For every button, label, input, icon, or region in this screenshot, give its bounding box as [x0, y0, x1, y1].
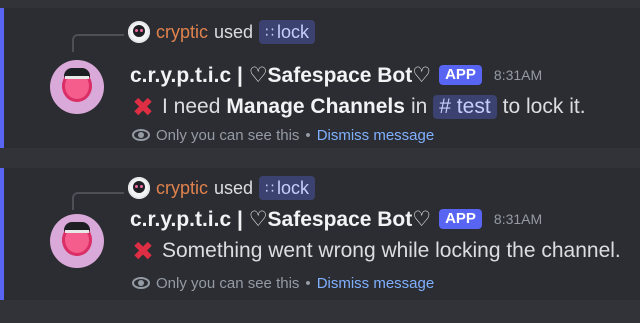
ephemeral-footer: Only you can see this • Dismiss message	[132, 124, 434, 146]
error-text: Something went wrong while locking the c…	[162, 239, 621, 262]
eye-icon	[132, 129, 150, 141]
used-label: used	[214, 177, 254, 198]
separator: •	[305, 126, 311, 144]
command-mention[interactable]: ∷ lock	[259, 176, 315, 200]
timestamp[interactable]: 8:31AM	[494, 67, 542, 83]
command-name: lock	[276, 177, 309, 198]
ephemeral-message: cryptic used ∷ lock c.r.y.p.t.i.c | ♡Saf…	[0, 168, 640, 300]
reply-connector	[72, 34, 124, 52]
eye-icon	[132, 277, 150, 289]
command-user-name[interactable]: cryptic	[156, 22, 208, 43]
bot-avatar[interactable]	[50, 60, 104, 114]
user-avatar-small[interactable]	[128, 21, 150, 43]
text-after: to lock it.	[502, 95, 586, 118]
text-before: I need	[162, 95, 221, 118]
text-mid: in	[410, 95, 428, 118]
bot-username[interactable]: c.r.y.p.t.i.c | ♡Safespace Bot♡	[130, 63, 431, 88]
slash-command-icon: ∷	[265, 23, 274, 40]
command-mention[interactable]: ∷ lock	[259, 20, 315, 44]
timestamp[interactable]: 8:31AM	[494, 211, 542, 227]
command-reply-header: cryptic used ∷ lock	[128, 20, 315, 44]
bot-avatar[interactable]	[50, 214, 104, 268]
ephemeral-notice: Only you can see this	[156, 274, 300, 292]
dismiss-message-link[interactable]: Dismiss message	[317, 127, 435, 144]
app-badge: APP	[439, 65, 482, 85]
ephemeral-message: cryptic used ∷ lock c.r.y.p.t.i.c | ♡Saf…	[0, 8, 640, 148]
command-user-name[interactable]: cryptic	[156, 178, 208, 199]
message-content: ✖ Something went wrong while locking the…	[130, 236, 621, 266]
message-content: ✖ I need Manage Channels in # test to lo…	[130, 92, 586, 122]
user-avatar-small[interactable]	[128, 177, 150, 199]
separator: •	[305, 274, 311, 292]
channel-mention[interactable]: # test	[433, 95, 497, 119]
command-reply-header: cryptic used ∷ lock	[128, 176, 315, 200]
bot-username[interactable]: c.r.y.p.t.i.c | ♡Safespace Bot♡	[130, 207, 431, 232]
message-header: c.r.y.p.t.i.c | ♡Safespace Bot♡ APP 8:31…	[130, 60, 542, 90]
x-mark-icon: ✖	[132, 236, 154, 266]
message-header: c.r.y.p.t.i.c | ♡Safespace Bot♡ APP 8:31…	[130, 204, 542, 234]
used-label: used	[214, 21, 254, 42]
slash-command-icon: ∷	[265, 179, 274, 196]
ephemeral-notice: Only you can see this	[156, 126, 300, 144]
ephemeral-footer: Only you can see this • Dismiss message	[132, 272, 434, 294]
permission-name: Manage Channels	[226, 95, 405, 118]
app-badge: APP	[439, 209, 482, 229]
dismiss-message-link[interactable]: Dismiss message	[317, 275, 435, 292]
command-name: lock	[276, 21, 309, 42]
x-mark-icon: ✖	[132, 92, 154, 122]
reply-connector	[72, 192, 124, 210]
